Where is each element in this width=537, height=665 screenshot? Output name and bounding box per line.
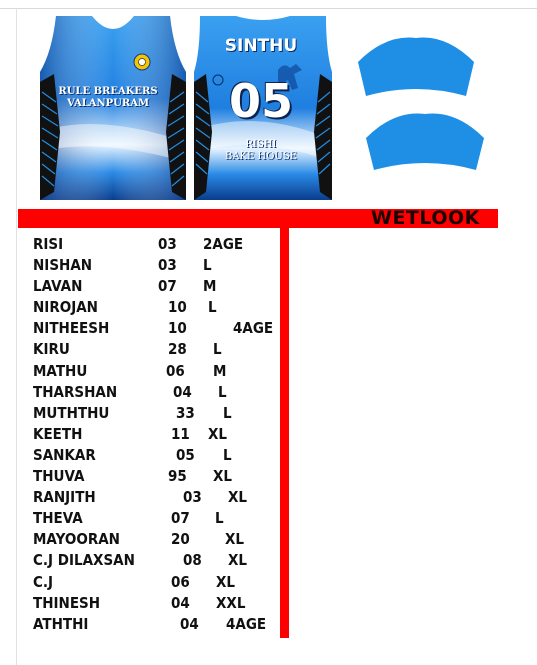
roster-player-size: XL bbox=[228, 488, 248, 507]
roster-player-name: MAYOORAN bbox=[33, 530, 120, 549]
roster-player-name: ATHTHI bbox=[33, 614, 89, 633]
roster-player-number: 03 bbox=[158, 256, 177, 275]
roster-player-name: THINESH bbox=[33, 593, 101, 612]
roster-player-name: RANJITH bbox=[33, 488, 96, 507]
roster-player-size: 4AGE bbox=[226, 614, 267, 633]
roster-player-number: 11 bbox=[171, 424, 190, 443]
roster-player-size: M bbox=[213, 361, 227, 380]
roster-player-number: 28 bbox=[168, 340, 187, 359]
roster-player-name: C.J bbox=[33, 572, 54, 591]
roster-player-number: 04 bbox=[180, 614, 199, 633]
team-name: RULE BREAKERS VALANPURAM bbox=[48, 86, 168, 110]
roster-player-name: C.J DILAXSAN bbox=[33, 551, 135, 570]
roster-player-number: 33 bbox=[176, 403, 195, 422]
roster-player-size: L bbox=[215, 509, 224, 528]
player-name: SINTHU bbox=[224, 36, 298, 56]
roster-player-size: L bbox=[223, 445, 232, 464]
roster-player-size: 4AGE bbox=[233, 319, 274, 338]
roster-player-size: L bbox=[203, 256, 212, 275]
roster-player-size: L bbox=[218, 382, 227, 401]
roster-player-size: XL bbox=[225, 530, 245, 549]
roster-player-number: 03 bbox=[183, 488, 202, 507]
roster-player-number: 20 bbox=[171, 530, 190, 549]
sleeve-bottom-image bbox=[366, 113, 484, 170]
team-name-line-1: RULE BREAKERS bbox=[58, 86, 158, 97]
roster-player-number: 06 bbox=[171, 572, 190, 591]
roster-player-name: RISI bbox=[33, 235, 64, 253]
roster-player-size: L bbox=[213, 340, 222, 359]
roster-player-number: 04 bbox=[173, 382, 192, 401]
team-name-line-2: VALANPURAM bbox=[66, 98, 150, 109]
roster-player-size: 2AGE bbox=[203, 235, 244, 253]
roster-player-size: XL bbox=[216, 572, 236, 591]
roster-player-name: NISHAN bbox=[33, 256, 93, 275]
roster-player-number: 05 bbox=[176, 445, 195, 464]
roster-player-number: 07 bbox=[171, 509, 190, 528]
roster-player-number: 10 bbox=[168, 319, 187, 338]
sleeve-top-image bbox=[358, 37, 474, 96]
roster-player-name: NIROJAN bbox=[33, 298, 98, 317]
roster-player-name: KIRU bbox=[33, 340, 70, 359]
sponsor-line-2: BAKE HOUSE bbox=[224, 151, 298, 162]
roster-player-name: MATHU bbox=[33, 361, 88, 380]
roster-player-size: XL bbox=[213, 467, 233, 486]
roster-player-number: 04 bbox=[171, 593, 190, 612]
roster-player-size: XXL bbox=[216, 593, 246, 612]
roster-player-size: XL bbox=[228, 551, 248, 570]
roster-player-number: 06 bbox=[166, 361, 185, 380]
roster-player-name: THUVA bbox=[33, 467, 85, 486]
roster-player-size: L bbox=[208, 298, 217, 317]
roster-player-name: SANKAR bbox=[33, 445, 96, 464]
roster-player-name: KEETH bbox=[33, 424, 83, 443]
fabric-label: WETLOOK bbox=[371, 207, 480, 229]
canvas-top-border bbox=[0, 8, 537, 9]
roster-player-size: XL bbox=[208, 424, 228, 443]
sponsor-line-1: RISHI bbox=[245, 139, 277, 150]
roster-player-name: LAVAN bbox=[33, 277, 83, 296]
roster-player-size: L bbox=[223, 403, 232, 422]
player-number: 05 bbox=[228, 74, 293, 128]
roster-player-name: NITHEESH bbox=[33, 319, 110, 338]
canvas-left-border bbox=[16, 8, 17, 665]
roster-player-number: 07 bbox=[158, 277, 177, 296]
sponsor-text: RISHI BAKE HOUSE bbox=[200, 139, 322, 163]
roster-player-number: 10 bbox=[168, 298, 187, 317]
vertical-red-divider bbox=[280, 228, 289, 638]
roster-player-name: THEVA bbox=[33, 509, 83, 528]
roster-player-number: 08 bbox=[183, 551, 202, 570]
roster-player-number: 95 bbox=[168, 467, 187, 486]
roster-player-size: M bbox=[203, 277, 217, 296]
roster-player-name: THARSHAN bbox=[33, 382, 118, 401]
roster-player-number: 03 bbox=[158, 235, 177, 253]
roster-player-name: MUTHTHU bbox=[33, 403, 110, 422]
